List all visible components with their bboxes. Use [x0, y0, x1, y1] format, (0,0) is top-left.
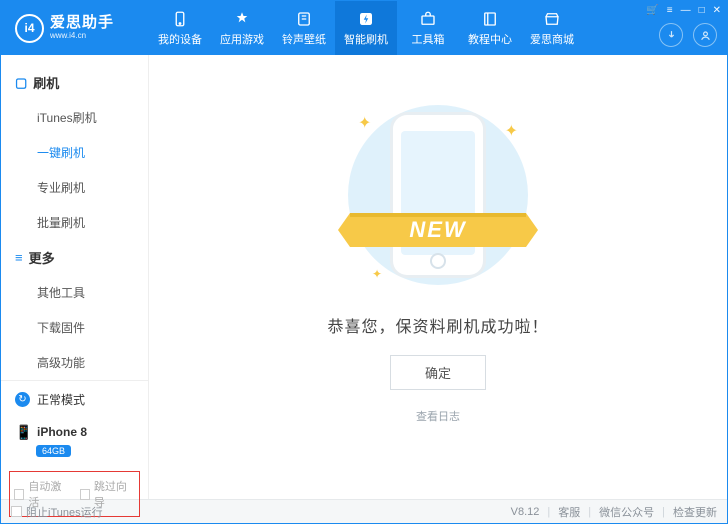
nav-ring[interactable]: 铃声壁纸	[273, 1, 335, 55]
title-bar: i4 爱思助手 www.i4.cn 我的设备 应用游戏 铃声壁纸 智能刷机 工具箱 教程中…	[1, 1, 727, 55]
logo-icon: i4	[15, 14, 44, 43]
success-illustration: ✦ ✦ ✦ NEW	[328, 95, 548, 295]
sparkle-icon: ✦	[358, 113, 371, 133]
nav-label: 智能刷机	[344, 31, 388, 47]
success-message: 恭喜您，保资料刷机成功啦！	[327, 313, 548, 337]
list-icon: ≡	[15, 250, 23, 265]
nav-toolbox[interactable]: 工具箱	[397, 1, 459, 55]
sidebar-group-more[interactable]: ≡ 更多	[1, 240, 148, 275]
maximize-icon[interactable]: □	[699, 5, 705, 16]
main-content: ✦ ✦ ✦ NEW 恭喜您，保资料刷机成功啦！ 确定 查看日志	[149, 55, 727, 499]
cart-icon[interactable]: 🛒	[646, 5, 658, 16]
logo: i4 爱思助手 www.i4.cn	[1, 14, 149, 43]
wechat-link[interactable]: 微信公众号	[599, 504, 654, 520]
sidebar-item[interactable]: 其他工具	[1, 275, 148, 310]
nav-apps[interactable]: 应用游戏	[211, 1, 273, 55]
device-row[interactable]: 📱 iPhone 8	[1, 418, 148, 441]
window-controls: 🛒 ≡ — □ ✕	[646, 5, 721, 16]
sidebar-item[interactable]: 专业刷机	[1, 170, 148, 205]
nav-flash[interactable]: 智能刷机	[335, 1, 397, 55]
sidebar-item[interactable]: iTunes刷机	[1, 100, 148, 135]
toolbox-icon	[418, 10, 438, 28]
check-update-link[interactable]: 检查更新	[673, 504, 717, 520]
download-button[interactable]	[659, 23, 683, 47]
sparkle-icon: ✦	[505, 121, 518, 141]
logo-url: www.i4.cn	[50, 32, 114, 41]
logo-name: 爱思助手	[50, 15, 114, 32]
ok-button[interactable]: 确定	[390, 355, 486, 390]
phone-icon	[170, 10, 190, 28]
nav-label: 爱思商城	[530, 31, 574, 47]
nav-label: 工具箱	[412, 31, 445, 47]
sparkle-icon: ✦	[372, 267, 382, 281]
minimize-icon[interactable]: —	[681, 5, 691, 16]
nav-phone[interactable]: 我的设备	[149, 1, 211, 55]
nav-label: 应用游戏	[220, 31, 264, 47]
sidebar-item[interactable]: 一键刷机	[1, 135, 148, 170]
device-mode[interactable]: ↻ 正常模式	[1, 381, 148, 418]
sidebar-item[interactable]: 下载固件	[1, 310, 148, 345]
sidebar-item[interactable]: 批量刷机	[1, 205, 148, 240]
sidebar: ▢ 刷机 iTunes刷机一键刷机专业刷机批量刷机 ≡ 更多 其他工具下载固件高…	[1, 55, 149, 499]
shop-icon	[542, 10, 562, 28]
nav-shop[interactable]: 爱思商城	[521, 1, 583, 55]
flash-icon	[356, 10, 376, 28]
nav-label: 我的设备	[158, 31, 202, 47]
refresh-icon: ↻	[15, 392, 30, 407]
sidebar-group-label: 刷机	[33, 73, 59, 92]
book-icon	[480, 10, 500, 28]
phone-outline-icon: ▢	[15, 75, 27, 91]
top-nav: 我的设备 应用游戏 铃声壁纸 智能刷机 工具箱 教程中心 爱思商城	[149, 1, 583, 55]
view-log-link[interactable]: 查看日志	[416, 408, 460, 424]
user-button[interactable]	[693, 23, 717, 47]
block-itunes-checkbox[interactable]: 阻止iTunes运行	[11, 504, 103, 520]
phone-icon: 📱	[15, 424, 30, 439]
close-icon[interactable]: ✕	[713, 5, 721, 16]
new-ribbon: NEW	[338, 205, 538, 255]
sidebar-item[interactable]: 高级功能	[1, 345, 148, 380]
version-label: V8.12	[511, 506, 540, 518]
sidebar-group-label: 更多	[29, 248, 55, 267]
nav-label: 铃声壁纸	[282, 31, 326, 47]
storage-badge: 64GB	[36, 445, 71, 457]
device-mode-label: 正常模式	[37, 391, 85, 408]
ring-icon	[294, 10, 314, 28]
nav-label: 教程中心	[468, 31, 512, 47]
nav-book[interactable]: 教程中心	[459, 1, 521, 55]
menu-icon[interactable]: ≡	[667, 5, 673, 16]
support-link[interactable]: 客服	[558, 504, 580, 520]
device-name: iPhone 8	[37, 425, 87, 439]
apps-icon	[232, 10, 252, 28]
sidebar-group-flash[interactable]: ▢ 刷机	[1, 65, 148, 100]
